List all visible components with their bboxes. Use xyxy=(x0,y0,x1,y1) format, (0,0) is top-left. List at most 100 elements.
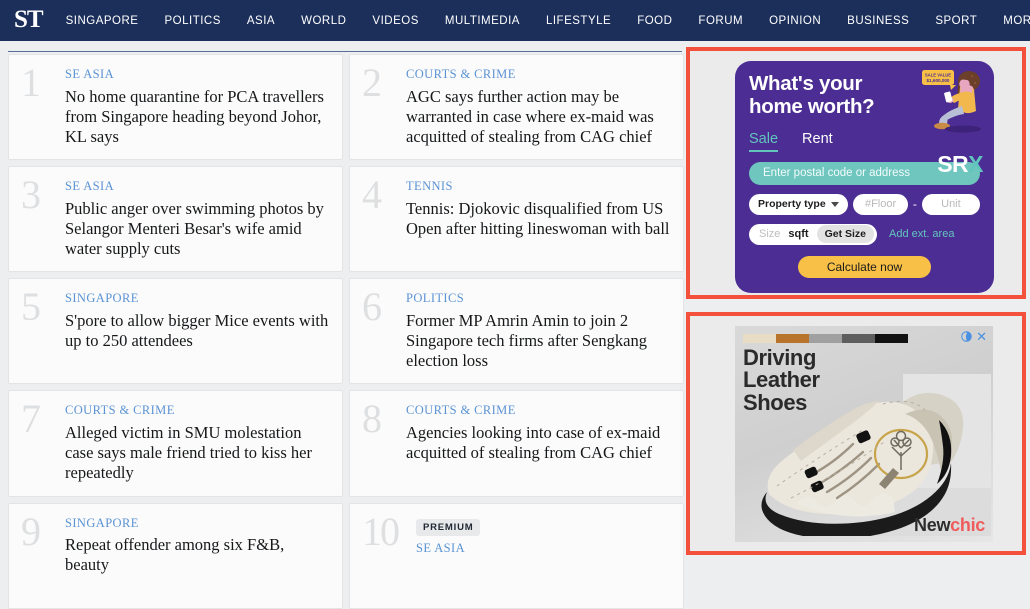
article-headline[interactable]: S'pore to allow bigger Mice events with … xyxy=(65,311,330,351)
list-item[interactable]: 9 SINGAPORE Repeat offender among six F&… xyxy=(8,502,343,609)
close-icon[interactable]: ✕ xyxy=(976,330,987,343)
srx-size-unit: sqft xyxy=(788,228,809,241)
srx-brand-logo: SRX xyxy=(937,151,983,178)
article-headline[interactable]: Repeat offender among six F&B, beauty xyxy=(65,535,330,575)
swatch-dark-gray[interactable] xyxy=(842,334,875,343)
list-item[interactable]: 1 SE ASIA No home quarantine for PCA tra… xyxy=(8,54,343,161)
nav-links: SINGAPORE POLITICS ASIA WORLD VIDEOS MUL… xyxy=(53,15,1030,27)
article-headline[interactable]: AGC says further action may be warranted… xyxy=(406,87,671,147)
srx-calculate-button[interactable]: Calculate now xyxy=(798,255,931,278)
article-kicker[interactable]: SE ASIA xyxy=(65,179,330,194)
srx-home-valuation-ad: What's your home worth? SALE VALUE $1,60… xyxy=(735,61,994,293)
nav-item-asia[interactable]: ASIA xyxy=(234,15,288,27)
woman-with-phone-illustration: SALE VALUE $1,600,000 xyxy=(922,70,981,133)
swatch-black[interactable] xyxy=(875,334,908,343)
newchic-brand-prefix: New xyxy=(914,515,951,535)
rank-number: 10 xyxy=(362,508,400,554)
article-body: SINGAPORE S'pore to allow bigger Mice ev… xyxy=(65,290,330,371)
srx-unit-placeholder: Unit xyxy=(941,198,961,211)
srx-tab-rent[interactable]: Rent xyxy=(802,131,833,150)
list-item[interactable]: 8 COURTS & CRIME Agencies looking into c… xyxy=(349,390,684,497)
swatch-light-gray[interactable] xyxy=(809,334,842,343)
srx-size-input[interactable]: Size xyxy=(759,228,780,240)
article-kicker[interactable]: SINGAPORE xyxy=(65,516,330,531)
nav-item-business[interactable]: BUSINESS xyxy=(834,15,922,27)
nav-item-lifestyle[interactable]: LIFESTYLE xyxy=(533,15,624,27)
nav-item-politics[interactable]: POLITICS xyxy=(151,15,233,27)
swatch-brown[interactable] xyxy=(776,334,809,343)
article-kicker[interactable]: COURTS & CRIME xyxy=(406,404,671,418)
rank-number: 6 xyxy=(362,284,382,330)
article-kicker[interactable]: COURTS & CRIME xyxy=(65,404,330,418)
list-item[interactable]: 5 SINGAPORE S'pore to allow bigger Mice … xyxy=(8,278,343,385)
rank-number: 3 xyxy=(21,172,41,218)
article-kicker[interactable]: SE ASIA xyxy=(65,67,330,82)
article-headline[interactable]: No home quarantine for PCA travellers fr… xyxy=(65,87,330,147)
newchic-brand-logo: Newchic xyxy=(914,515,985,536)
srx-address-placeholder: Enter postal code or address xyxy=(763,167,911,180)
nav-item-videos[interactable]: VIDEOS xyxy=(359,15,431,27)
list-item[interactable]: 7 COURTS & CRIME Alleged victim in SMU m… xyxy=(8,390,343,497)
srx-tab-sale[interactable]: Sale xyxy=(749,131,779,152)
nav-item-opinion[interactable]: OPINION xyxy=(756,15,834,27)
article-headline[interactable]: Tennis: Djokovic disqualified from US Op… xyxy=(406,199,671,239)
nav-item-world[interactable]: WORLD xyxy=(288,15,359,27)
article-kicker[interactable]: POLITICS xyxy=(406,291,671,306)
article-kicker[interactable]: SE ASIA xyxy=(416,541,671,556)
srx-property-type-select[interactable]: Property type xyxy=(749,193,849,215)
srx-floor-input[interactable]: #Floor xyxy=(853,193,908,215)
srx-brand-prefix: SR xyxy=(937,151,969,177)
nav-item-more[interactable]: MORE xyxy=(990,15,1030,27)
list-item[interactable]: 3 SE ASIA Public anger over swimming pho… xyxy=(8,166,343,273)
nav-item-more-label: MORE xyxy=(1003,14,1030,27)
list-item[interactable]: 10 PREMIUM SE ASIA xyxy=(349,502,684,609)
swatch-beige[interactable] xyxy=(743,334,776,343)
article-headline[interactable]: Agencies looking into case of ex-maid ac… xyxy=(406,423,671,463)
nav-item-singapore[interactable]: SINGAPORE xyxy=(53,15,152,27)
srx-property-row: Property type #Floor - Unit xyxy=(749,193,980,215)
list-item[interactable]: 4 TENNIS Tennis: Djokovic disqualified f… xyxy=(349,166,684,273)
srx-separator: - xyxy=(912,197,917,212)
nav-item-sport[interactable]: SPORT xyxy=(922,15,990,27)
page-body: 1 SE ASIA No home quarantine for PCA tra… xyxy=(0,41,1030,609)
srx-headline-line1: What's your xyxy=(749,72,863,95)
srx-brand-suffix: X xyxy=(968,151,983,177)
srx-size-row: Size sqft Get Size Add ext. area xyxy=(749,223,980,245)
rank-number: 5 xyxy=(21,284,41,330)
shoe-product-image xyxy=(761,374,991,536)
srx-get-size-button[interactable]: Get Size xyxy=(816,225,875,244)
rank-number: 7 xyxy=(21,396,41,442)
logo-text: ST xyxy=(14,6,44,33)
list-item[interactable]: 6 POLITICS Former MP Amrin Amin to join … xyxy=(349,278,684,385)
article-kicker[interactable]: TENNIS xyxy=(406,179,671,194)
straits-times-logo[interactable]: ST xyxy=(0,7,53,32)
article-headline[interactable]: Former MP Amrin Amin to join 2 Singapore… xyxy=(406,311,671,371)
article-kicker[interactable]: COURTS & CRIME xyxy=(406,67,671,82)
newchic-shoes-ad[interactable]: ✕ Driving Leather Shoes Newchic xyxy=(735,326,993,542)
srx-property-type-label: Property type xyxy=(758,198,826,211)
rank-number: 1 xyxy=(21,60,41,105)
article-kicker[interactable]: SINGAPORE xyxy=(65,291,330,306)
article-body: POLITICS Former MP Amrin Amin to join 2 … xyxy=(406,290,671,371)
rank-number: 8 xyxy=(362,396,382,442)
color-swatches xyxy=(743,334,993,343)
article-headline[interactable]: Alleged victim in SMU molestation case s… xyxy=(65,423,330,483)
nav-item-food[interactable]: FOOD xyxy=(624,15,685,27)
svg-text:$1,600,000: $1,600,000 xyxy=(927,78,950,83)
srx-unit-input[interactable]: Unit xyxy=(921,193,980,215)
nav-item-forum[interactable]: FORUM xyxy=(685,15,756,27)
popular-article-list: 1 SE ASIA No home quarantine for PCA tra… xyxy=(8,54,684,609)
article-headline[interactable]: Public anger over swimming photos by Sel… xyxy=(65,199,330,259)
rank-number: 2 xyxy=(362,60,382,105)
article-body: COURTS & CRIME AGC says further action m… xyxy=(406,66,671,147)
newchic-ad-container[interactable]: ✕ Driving Leather Shoes Newchic xyxy=(686,312,1026,555)
adchoices-info-icon[interactable] xyxy=(961,331,972,342)
article-body: SE ASIA Public anger over swimming photo… xyxy=(65,178,330,259)
srx-add-ext-area-link[interactable]: Add ext. area xyxy=(889,228,954,240)
nav-item-multimedia[interactable]: MULTIMEDIA xyxy=(432,15,533,27)
srx-ad-container[interactable]: What's your home worth? SALE VALUE $1,60… xyxy=(686,47,1026,299)
right-rail-ads: What's your home worth? SALE VALUE $1,60… xyxy=(686,47,1026,555)
srx-headline: What's your home worth? xyxy=(749,72,914,119)
srx-size-group: Size sqft Get Size xyxy=(749,223,878,245)
list-item[interactable]: 2 COURTS & CRIME AGC says further action… xyxy=(349,54,684,161)
